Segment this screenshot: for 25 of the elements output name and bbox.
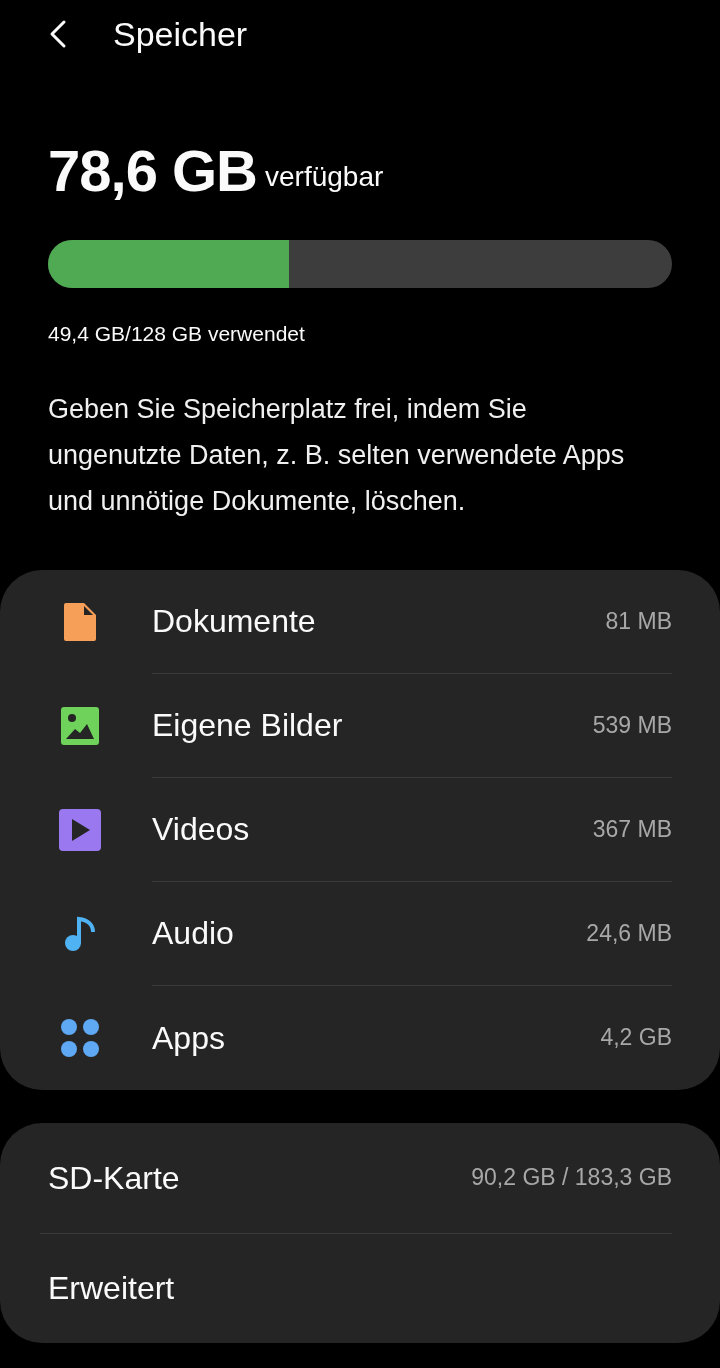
- category-label: Apps: [152, 1018, 226, 1058]
- available-label: verfügbar: [265, 160, 384, 194]
- category-row[interactable]: Eigene Bilder 539 MB: [0, 673, 720, 778]
- category-size: 4,2 GB: [600, 1023, 672, 1053]
- category-label: Eigene Bilder: [152, 706, 344, 745]
- settings-value: 90,2 GB / 183,3 GB: [471, 1163, 672, 1193]
- category-size: 81 MB: [605, 606, 672, 636]
- hint-text: Geben Sie Speicherplatz frei, indem Sie ungenutzte Daten, z. B. selten verwendete Apps und unnötige Dokumente, löschen.: [48, 392, 626, 518]
- page-title: Speicher: [113, 13, 248, 55]
- category-label: Videos: [152, 810, 251, 849]
- settings-row[interactable]: SD-Karte 90,2 GB / 183,3 GB: [40, 1122, 672, 1233]
- settings-label: Erweitert: [48, 1269, 176, 1308]
- category-size: 24,6 MB: [586, 918, 672, 948]
- category-label: Dokumente: [152, 602, 317, 641]
- used-text: 49,4 GB/128 GB verwendet: [48, 321, 306, 347]
- category-label: Audio: [152, 914, 235, 953]
- category-row[interactable]: Audio 24,6 MB: [0, 881, 720, 986]
- category-size: 367 MB: [592, 814, 672, 844]
- category-row[interactable]: Apps 4,2 GB: [0, 985, 720, 1090]
- available-size: 78,6 GB: [48, 142, 257, 200]
- category-row[interactable]: Dokumente 81 MB: [0, 569, 720, 674]
- settings-label: SD-Karte: [48, 1158, 181, 1198]
- settings-row[interactable]: Erweitert: [40, 1232, 672, 1343]
- category-size: 539 MB: [592, 710, 672, 740]
- category-row[interactable]: Videos 367 MB: [0, 777, 720, 882]
